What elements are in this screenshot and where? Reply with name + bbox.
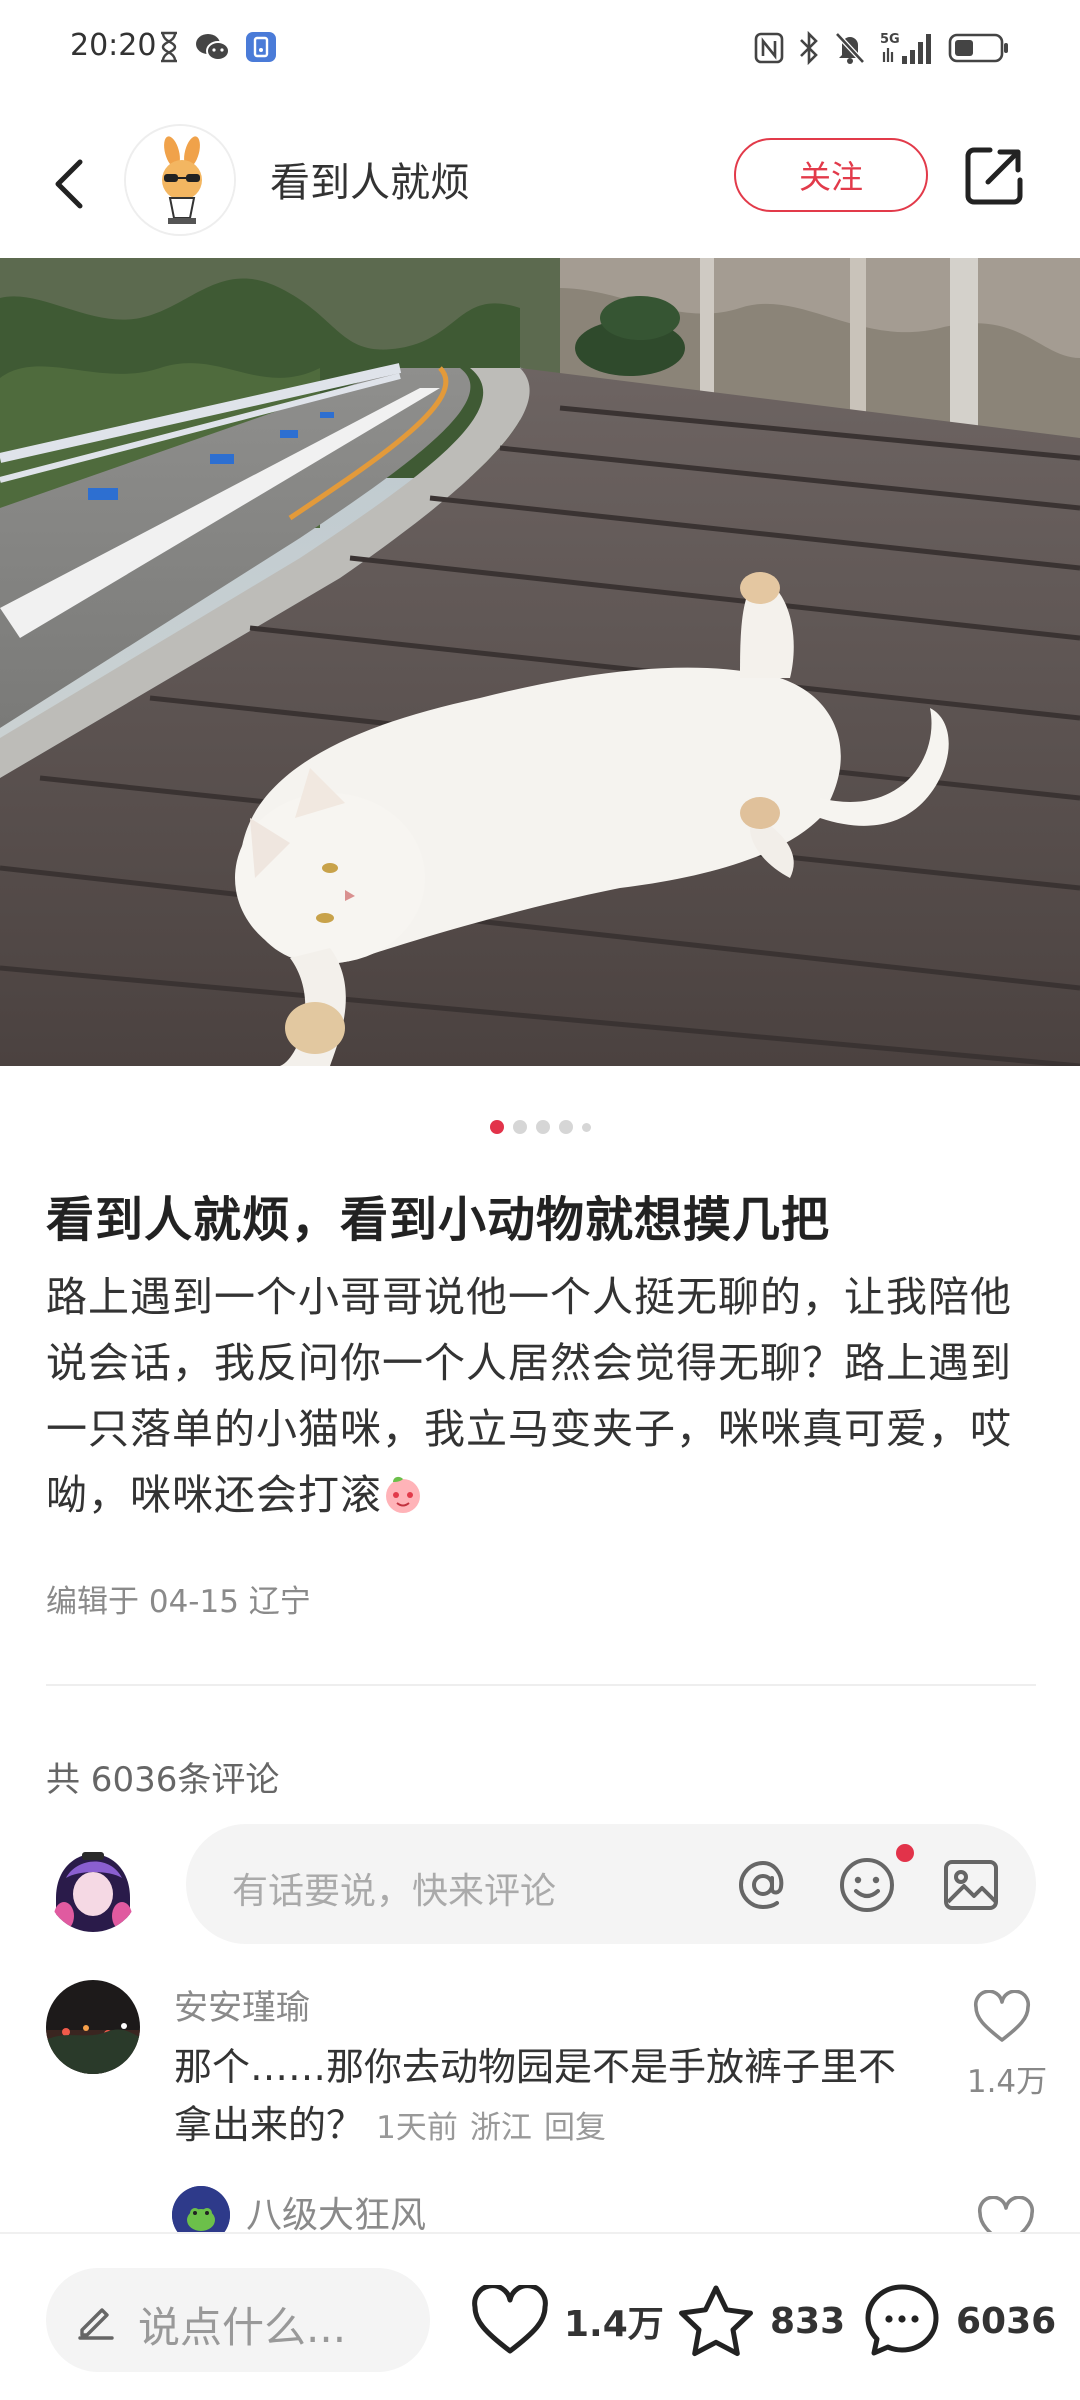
comment-like-count: 1.4万 (966, 2064, 1048, 2100)
comment-count: 共 6036条评论 (46, 1760, 280, 1800)
like-count: 1.4万 (564, 2304, 664, 2345)
status-time: 20:20 (70, 28, 157, 63)
say-something-label: 说点什么... (138, 2303, 347, 2352)
status-left-icons (158, 30, 278, 64)
bluetooth-icon (798, 31, 820, 65)
comment-time: 1天前 (376, 2110, 458, 2146)
battery-icon (948, 33, 1010, 63)
heart-icon (973, 1989, 1031, 2042)
post-body: 路上遇到一个小哥哥说他一个人挺无聊的，让我陪他说会话，我反问你一个人居然会觉得无… (46, 1264, 1036, 1528)
status-bar: 20:20 5G (0, 0, 1080, 100)
pen-icon (78, 2308, 114, 2340)
comment-input[interactable]: 有话要说，快来评论 (186, 1824, 1036, 1944)
heart-icon (977, 2196, 1035, 2236)
comment-body: 那个……那你去动物园是不是手放裤子里不拿出来的？ (174, 2045, 897, 2147)
reply-like-button[interactable] (976, 2196, 1036, 2236)
emoji-icon[interactable] (836, 1854, 898, 1916)
reply-button[interactable]: 回复 (544, 2110, 606, 2146)
mention-icon[interactable] (732, 1854, 794, 1916)
carousel-dot[interactable] (489, 1120, 504, 1134)
svg-text:5G: 5G (880, 32, 900, 47)
comment-location: 浙江 (469, 2110, 532, 2146)
star-icon (679, 2285, 753, 2357)
favorite-count: 833 (770, 2300, 846, 2342)
emoji-new-badge (896, 1844, 914, 1862)
comment-input-placeholder: 有话要说，快来评论 (232, 1871, 557, 1912)
comment-total-count: 6036 (956, 2300, 1057, 2342)
carousel-dot[interactable] (558, 1120, 573, 1134)
bottom-action-bar: 说点什么... 1.4万 833 6036 (0, 2232, 1080, 2400)
comment-button[interactable]: 6036 (862, 2276, 1056, 2366)
heart-icon (472, 2285, 548, 2354)
back-arrow-icon (55, 159, 83, 209)
mute-icon (834, 31, 866, 65)
comment-like-button[interactable] (972, 1989, 1042, 2050)
nfc-icon (754, 32, 784, 64)
carousel-dot[interactable] (512, 1120, 527, 1134)
carousel-dot[interactable] (581, 1122, 591, 1132)
back-button[interactable] (38, 140, 98, 220)
blushing-peach-emoji-icon (382, 1468, 424, 1513)
author-name[interactable]: 看到人就烦 (270, 150, 470, 208)
favorite-button[interactable]: 833 (676, 2276, 845, 2366)
status-right-icons: 5G (754, 30, 1010, 66)
my-avatar (46, 1838, 140, 1932)
carousel-indicator (0, 1120, 1080, 1134)
commenter-avatar[interactable] (46, 1980, 140, 2074)
post-photo[interactable] (0, 258, 1080, 1066)
app-icon (244, 30, 278, 64)
hourglass-icon (158, 31, 180, 63)
commenter-name[interactable]: 安安瑾瑜 (174, 1980, 310, 2029)
wechat-icon (194, 31, 230, 63)
image-picker-icon[interactable] (940, 1854, 1002, 1916)
like-button[interactable]: 1.4万 (470, 2276, 664, 2366)
5g-signal-icon: 5G (880, 30, 934, 66)
post-body-text: 路上遇到一个小哥哥说他一个人挺无聊的，让我陪他说会话，我反问你一个人居然会觉得无… (46, 1273, 1012, 1519)
reply-user-name[interactable]: 八级大狂风 (246, 2186, 426, 2238)
post-meta: 编辑于 04-15 辽宁 (46, 1584, 311, 1620)
post-header: 看到人就烦 关注 (0, 110, 1080, 250)
share-icon (965, 147, 1023, 205)
follow-button[interactable]: 关注 (734, 138, 928, 212)
post-title: 看到人就烦，看到小动物就想摸几把 (46, 1192, 831, 1248)
carousel-dot[interactable] (535, 1120, 550, 1134)
comment-bubble-icon (865, 2284, 939, 2356)
cat-on-boardwalk-image (0, 258, 1080, 1066)
divider (46, 1684, 1036, 1686)
say-something-input[interactable]: 说点什么... (46, 2268, 430, 2372)
comment-text: 那个……那你去动物园是不是手放裤子里不拿出来的？ 1天前 浙江 回复 (174, 2038, 914, 2157)
author-avatar[interactable] (124, 124, 236, 236)
share-button[interactable] (962, 144, 1026, 208)
